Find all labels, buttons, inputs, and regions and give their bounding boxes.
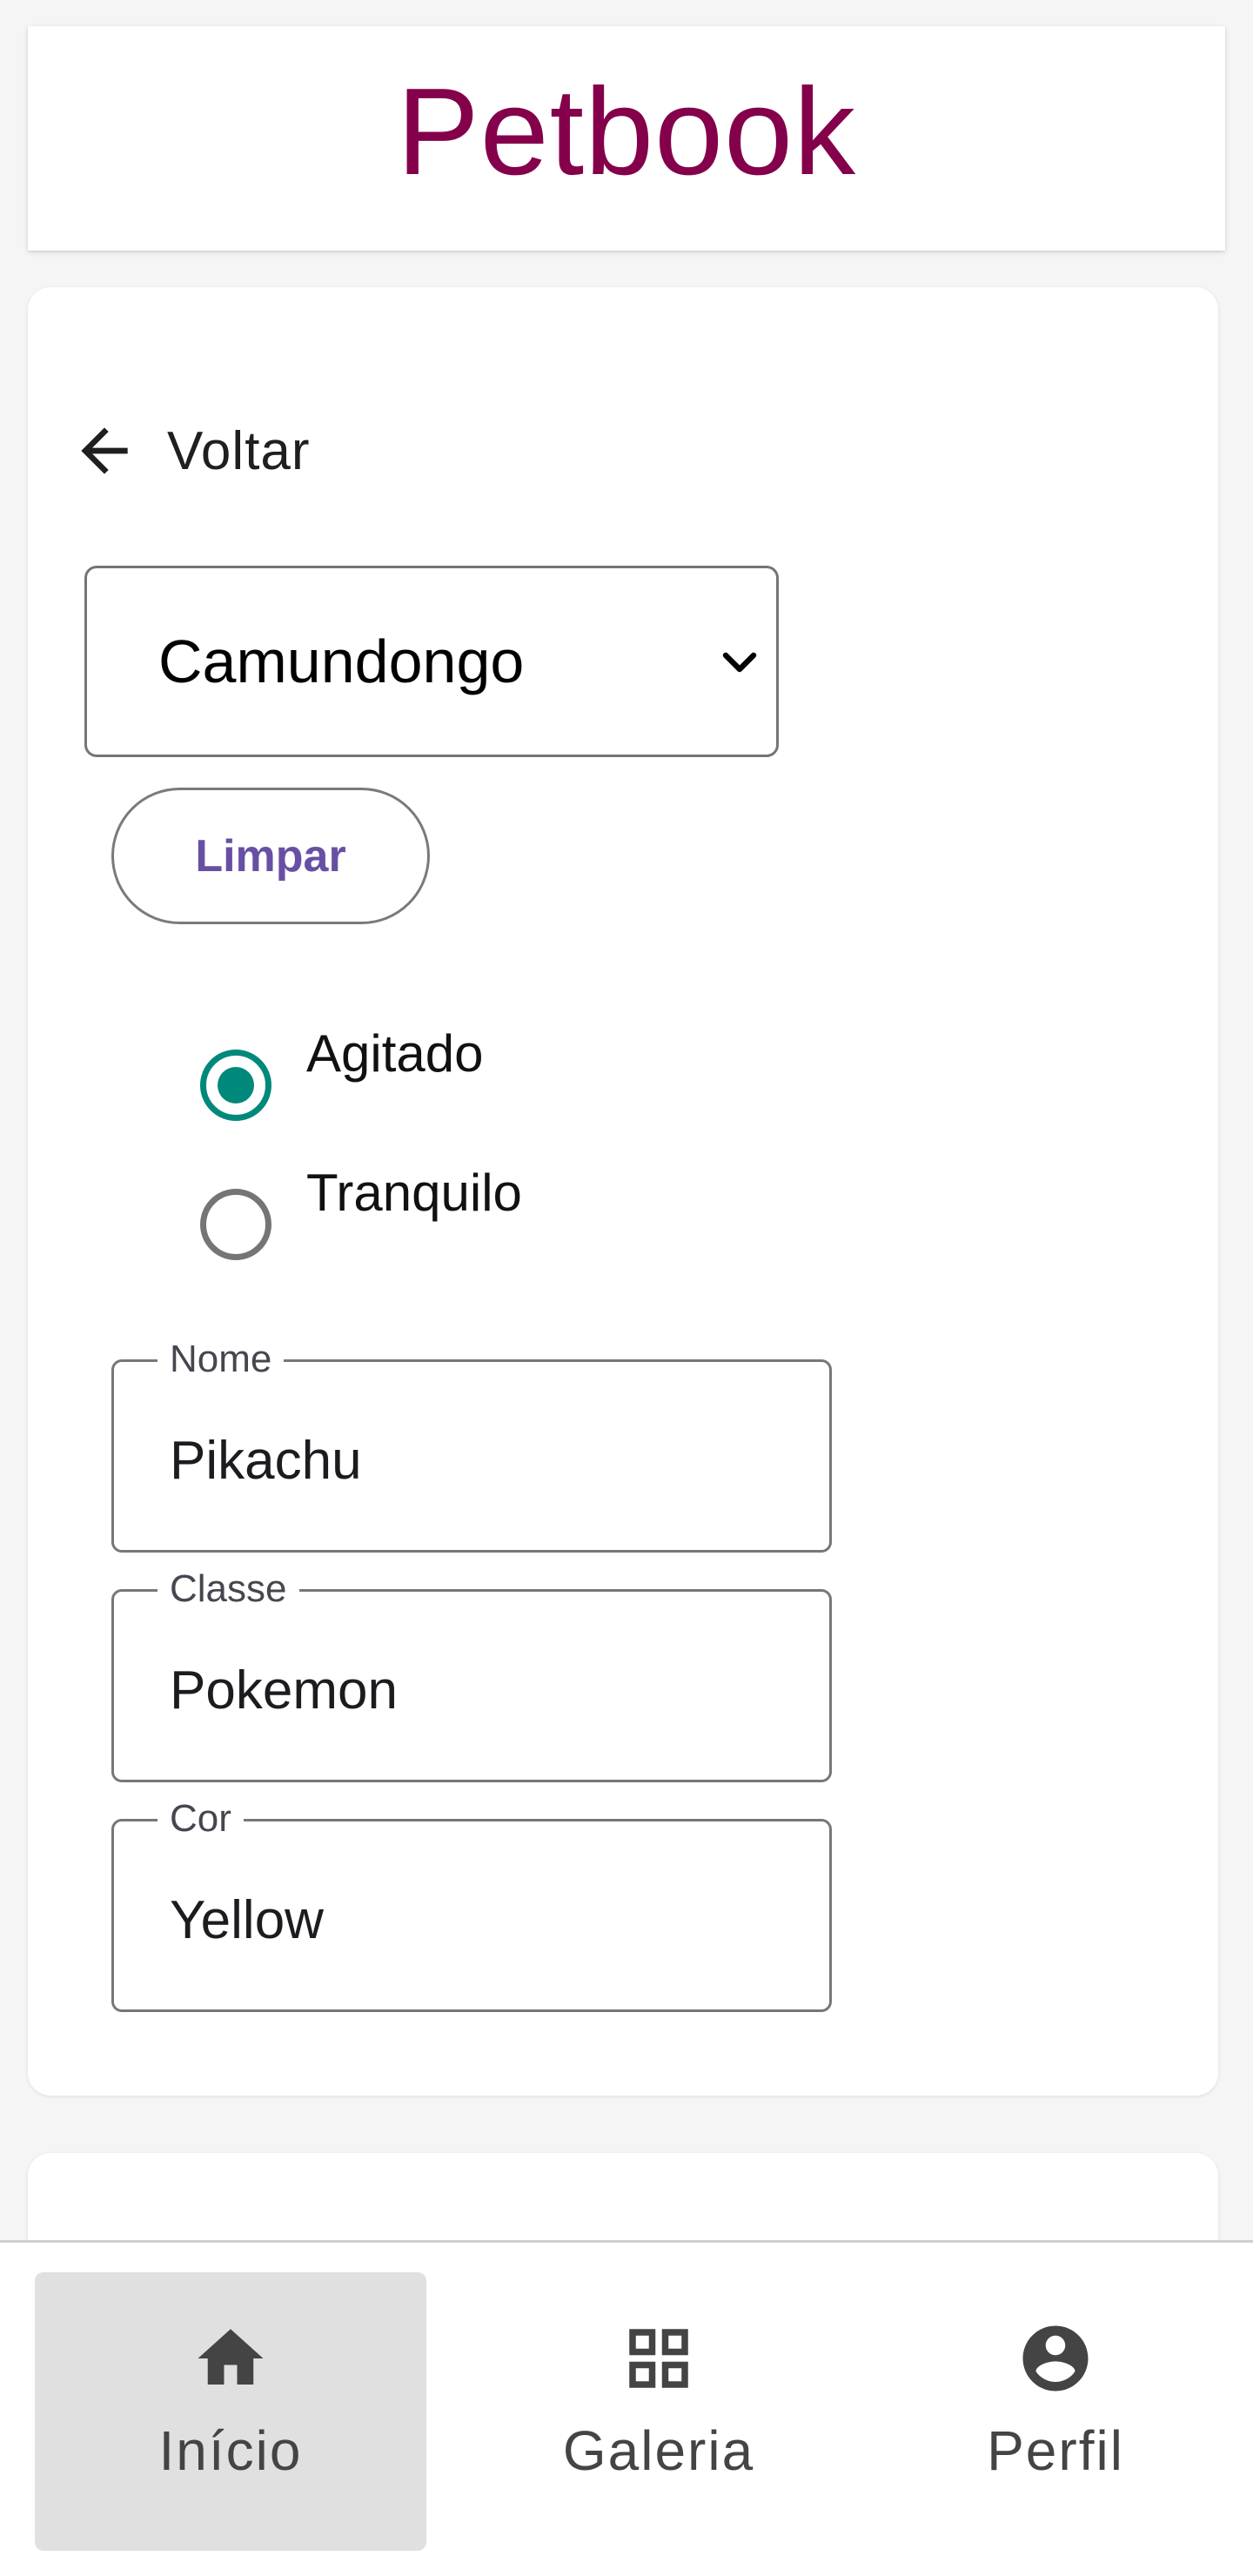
arrow-back-icon	[81, 427, 128, 474]
classe-field-value: Pokemon	[170, 1660, 398, 1721]
radio-label-tranquilo: Tranquilo	[306, 1164, 522, 1222]
nome-field-label: Nome	[157, 1336, 285, 1383]
cor-field-value: Yellow	[170, 1890, 324, 1950]
bottom-navigation: Início Galeria Perfil	[0, 2240, 1253, 2576]
back-button[interactable]: Voltar	[70, 390, 311, 512]
nome-field[interactable]: Nome Pikachu	[111, 1336, 832, 1553]
species-select-value: Camundongo	[158, 627, 525, 695]
nav-item-perfil[interactable]: Perfil	[860, 2272, 1251, 2551]
nav-label-perfil: Perfil	[987, 2419, 1124, 2482]
radio-label-agitado: Agitado	[306, 1024, 484, 1083]
nav-label-inicio: Início	[158, 2419, 303, 2482]
cor-field-label: Cor	[157, 1795, 244, 1842]
clear-button[interactable]: Limpar	[111, 788, 430, 924]
species-select[interactable]: Camundongo	[84, 566, 779, 757]
cor-field[interactable]: Cor Yellow	[111, 1795, 832, 2012]
account-circle-icon	[1022, 2325, 1089, 2392]
nome-field-value: Pikachu	[170, 1431, 362, 1491]
radio-tranquilo[interactable]	[200, 1189, 271, 1260]
nav-label-galeria: Galeria	[562, 2419, 755, 2482]
home-icon	[198, 2329, 264, 2385]
app-title: Petbook	[396, 63, 857, 201]
back-label: Voltar	[167, 420, 311, 481]
radio-agitado[interactable]	[200, 1050, 271, 1121]
app-header: Petbook	[28, 26, 1225, 251]
chevron-down-icon	[722, 652, 757, 673]
nav-item-inicio[interactable]: Início	[35, 2272, 426, 2551]
classe-field-label: Classe	[157, 1566, 299, 1613]
nav-item-galeria[interactable]: Galeria	[463, 2272, 854, 2551]
classe-field[interactable]: Classe Pokemon	[111, 1566, 832, 1782]
grid-icon	[629, 2329, 688, 2388]
